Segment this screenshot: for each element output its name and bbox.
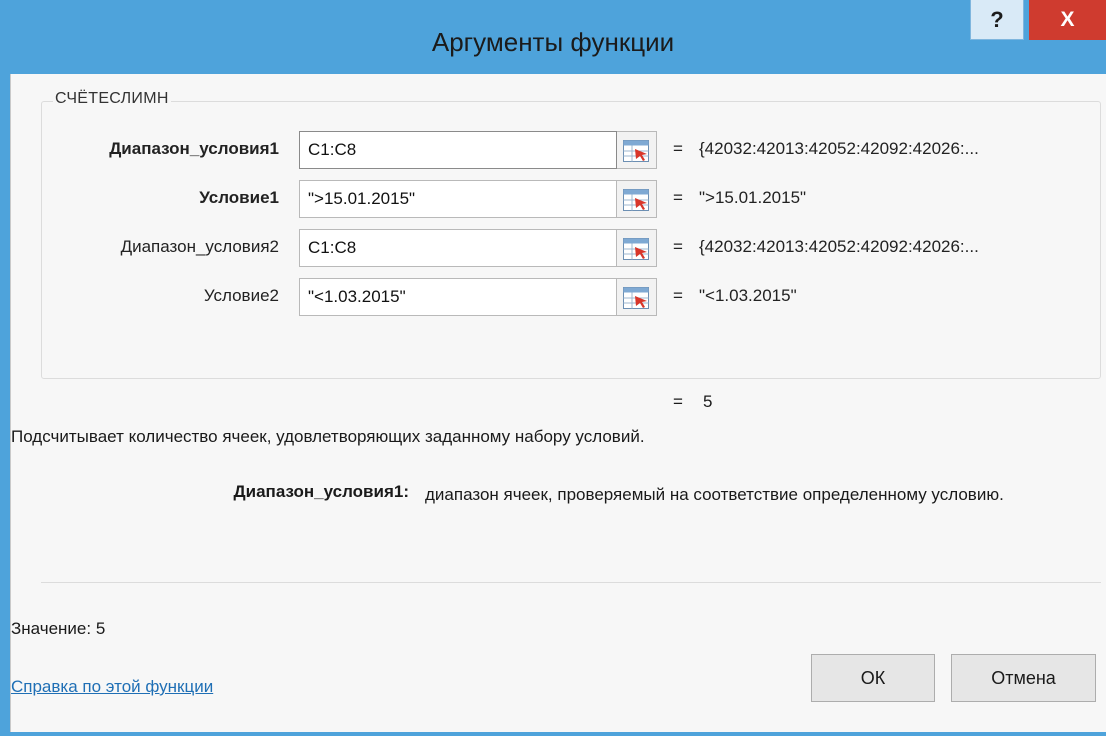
dialog-title: Аргументы функции [431,27,675,57]
help-icon[interactable]: ? [970,0,1024,40]
divider [41,582,1101,583]
arg-label-range1: Диапазон_условия1 [109,139,279,158]
dialog-body: СЧЁТЕСЛИМН Диапазон_условия1 = {42032:42… [10,74,1106,732]
help-link[interactable]: Справка по этой функции [11,677,213,697]
argument-help-text: диапазон ячеек, проверяемый на соответст… [425,485,1004,504]
arg-input-criteria2[interactable] [299,278,617,316]
formula-result-equals: = [673,392,683,411]
arg-label-range2: Диапазон_условия2 [120,237,279,256]
arg-result-criteria2: "<1.03.2015" [699,286,797,305]
range-select-button-1[interactable] [617,131,657,169]
ok-button[interactable]: ОК [811,654,935,702]
formula-value: Значение: 5 [11,619,106,638]
range-select-icon [623,189,649,211]
title-bar[interactable]: Аргументы функции ? X [0,0,1106,74]
arg-equals-1: = [673,139,683,158]
arg-input-criteria1[interactable] [299,180,617,218]
range-select-button-4[interactable] [617,278,657,316]
arg-equals-2: = [673,188,683,207]
function-arguments-dialog: Аргументы функции ? X СЧЁТЕСЛИМН Диапазо… [0,0,1106,736]
formula-result-value: 5 [703,392,713,411]
arg-input-range2[interactable] [299,229,617,267]
range-select-button-3[interactable] [617,229,657,267]
arg-result-criteria1: ">15.01.2015" [699,188,807,207]
range-select-icon [623,287,649,309]
arg-equals-3: = [673,237,683,256]
function-description: Подсчитывает количество ячеек, удовлетво… [11,427,645,446]
range-select-icon [623,238,649,260]
close-icon[interactable]: X [1029,0,1106,40]
cancel-button[interactable]: Отмена [951,654,1096,702]
arg-label-criteria2: Условие2 [203,286,279,305]
arg-label-criteria1: Условие1 [199,188,279,207]
arg-result-range1: {42032:42013:42052:42092:42026:... [699,139,979,158]
arg-result-range2: {42032:42013:42052:42092:42026:... [699,237,979,256]
arg-input-range1[interactable] [299,131,617,169]
argument-help-name: Диапазон_условия1: [233,482,409,501]
range-select-icon [623,140,649,162]
function-name: СЧЁТЕСЛИМН [53,90,171,108]
arg-equals-4: = [673,286,683,305]
range-select-button-2[interactable] [617,180,657,218]
